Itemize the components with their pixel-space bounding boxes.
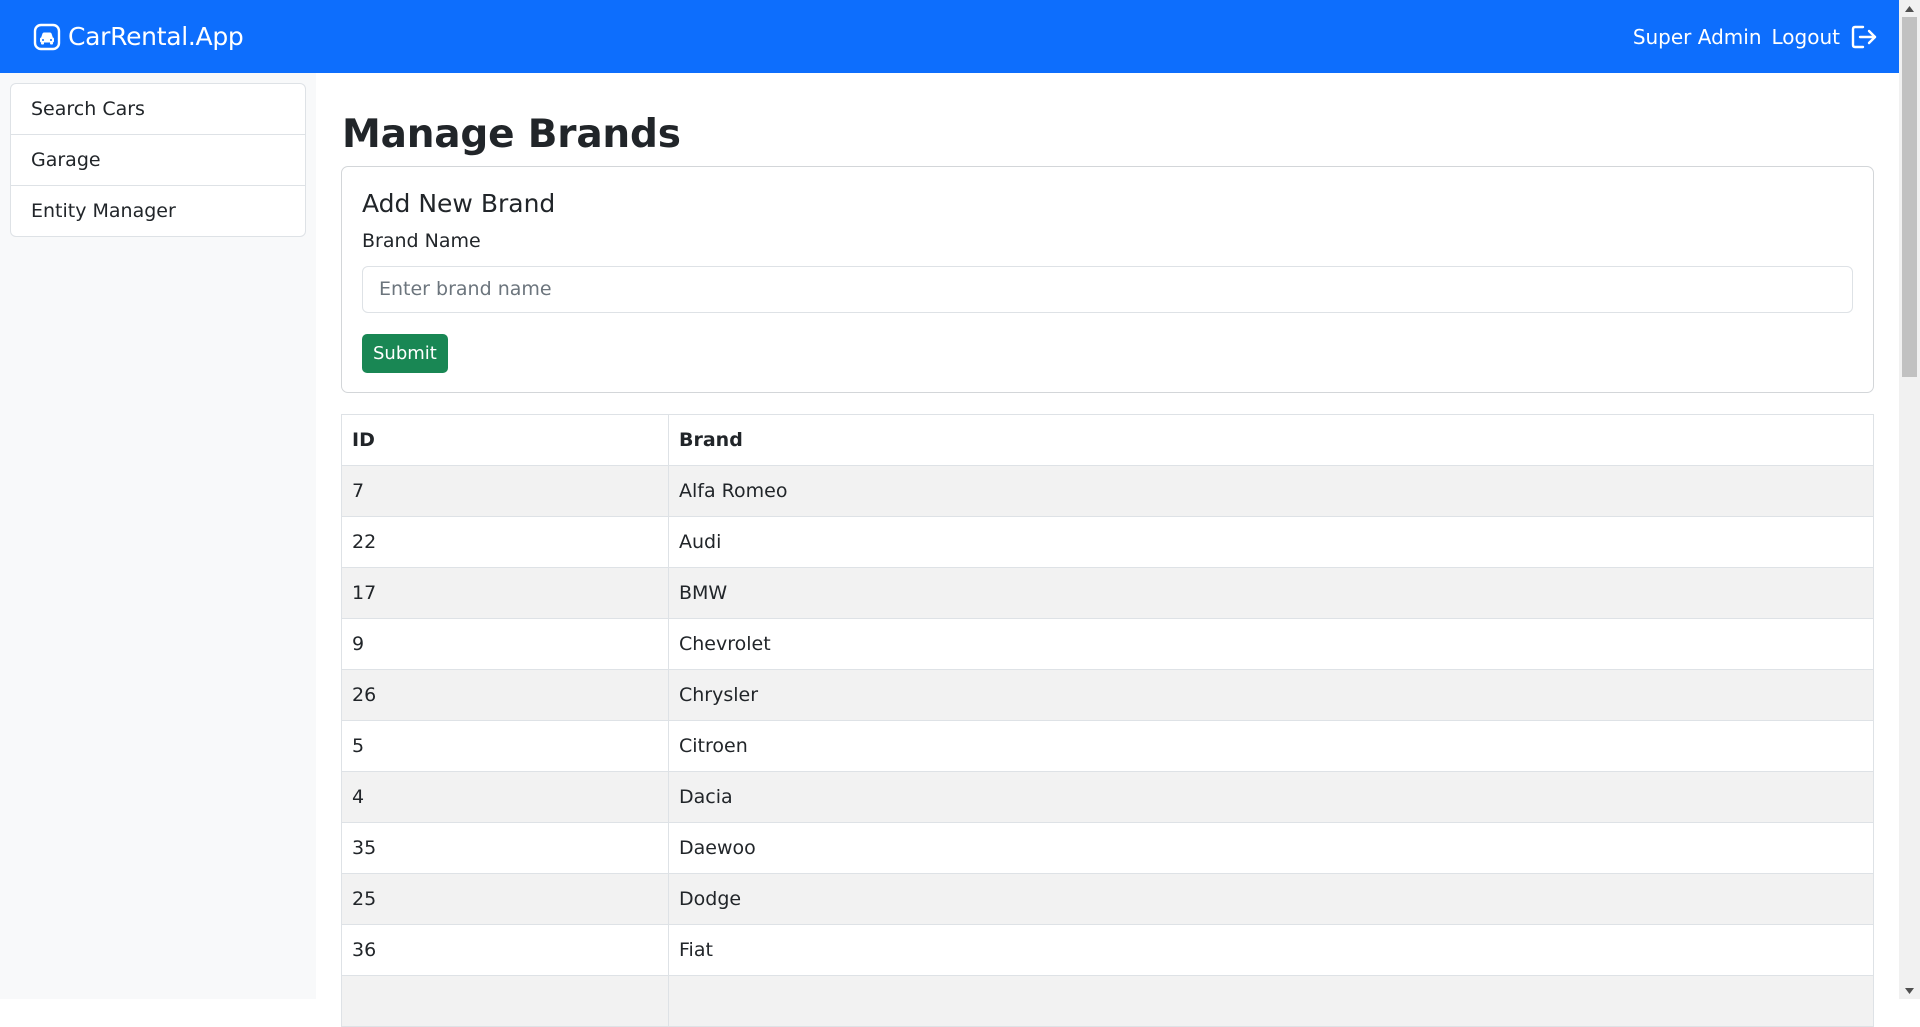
scroll-up-arrow-icon[interactable] [1899, 0, 1920, 17]
scrollbar-thumb[interactable] [1902, 17, 1917, 377]
brand-link[interactable]: CarRental.App [33, 22, 244, 51]
table-row: 17 BMW [341, 567, 1874, 619]
page-scrollbar[interactable] [1899, 0, 1920, 999]
cell-brand: Fiat [668, 924, 1874, 976]
user-name: Super Admin [1632, 24, 1762, 49]
cell-brand: Alfa Romeo [668, 465, 1874, 517]
sidebar: Search Cars Garage Entity Manager [0, 73, 316, 999]
cell-brand: Daewoo [668, 822, 1874, 874]
brand-name-label: Brand Name [362, 230, 481, 252]
cell-brand [668, 975, 1874, 1027]
cell-id: 22 [341, 516, 669, 568]
cell-brand: Chrysler [668, 669, 1874, 721]
cell-id: 25 [341, 873, 669, 925]
table-row: 22 Audi [341, 516, 1874, 568]
cell-brand: Chevrolet [668, 618, 1874, 670]
page-title: Manage Brands [342, 112, 681, 157]
cell-id: 26 [341, 669, 669, 721]
sidebar-item-garage[interactable]: Garage [11, 134, 305, 185]
scroll-down-arrow-icon[interactable] [1899, 982, 1920, 999]
box-arrow-right-icon [1850, 24, 1878, 50]
cell-brand: BMW [668, 567, 1874, 619]
table-row: 36 Fiat [341, 924, 1874, 976]
cell-brand: Citroen [668, 720, 1874, 772]
table-row: 4 Dacia [341, 771, 1874, 823]
cell-brand: Audi [668, 516, 1874, 568]
cell-id: 36 [341, 924, 669, 976]
brand-name-input[interactable]: Enter brand name [362, 265, 1853, 313]
sidebar-menu: Search Cars Garage Entity Manager [10, 83, 306, 237]
user-area: Super Admin Logout [1633, 24, 1878, 50]
table-row [341, 975, 1874, 1027]
table-header-row: ID Brand [341, 414, 1874, 466]
table-row: 25 Dodge [341, 873, 1874, 925]
cell-id [341, 975, 669, 1027]
car-front-icon [33, 23, 61, 51]
cell-id: 17 [341, 567, 669, 619]
cell-id: 4 [341, 771, 669, 823]
card-title: Add New Brand [362, 189, 556, 218]
cell-id: 9 [341, 618, 669, 670]
main-content: Manage Brands Add New Brand Brand Name E… [341, 73, 1874, 1027]
cell-id: 35 [341, 822, 669, 874]
cell-id: 5 [341, 720, 669, 772]
sidebar-item-entity-manager[interactable]: Entity Manager [11, 185, 305, 236]
sidebar-item-search-cars[interactable]: Search Cars [11, 84, 305, 134]
logout-button[interactable]: Logout [1772, 24, 1878, 50]
logout-label: Logout [1771, 24, 1840, 49]
submit-button[interactable]: Submit [362, 333, 448, 373]
cell-id: 7 [341, 465, 669, 517]
brand-name: CarRental.App [68, 22, 244, 51]
add-brand-card: Add New Brand Brand Name Enter brand nam… [341, 166, 1874, 393]
table-row: 35 Daewoo [341, 822, 1874, 874]
table-row: 9 Chevrolet [341, 618, 1874, 670]
cell-brand: Dacia [668, 771, 1874, 823]
top-navbar: CarRental.App Super Admin Logout [0, 0, 1899, 73]
column-header-brand: Brand [668, 414, 1874, 466]
table-row: 26 Chrysler [341, 669, 1874, 721]
cell-brand: Dodge [668, 873, 1874, 925]
column-header-id: ID [341, 414, 669, 466]
table-row: 7 Alfa Romeo [341, 465, 1874, 517]
brands-table: ID Brand 7 Alfa Romeo 22 Audi 17 BMW 9 C… [341, 414, 1874, 1027]
table-row: 5 Citroen [341, 720, 1874, 772]
